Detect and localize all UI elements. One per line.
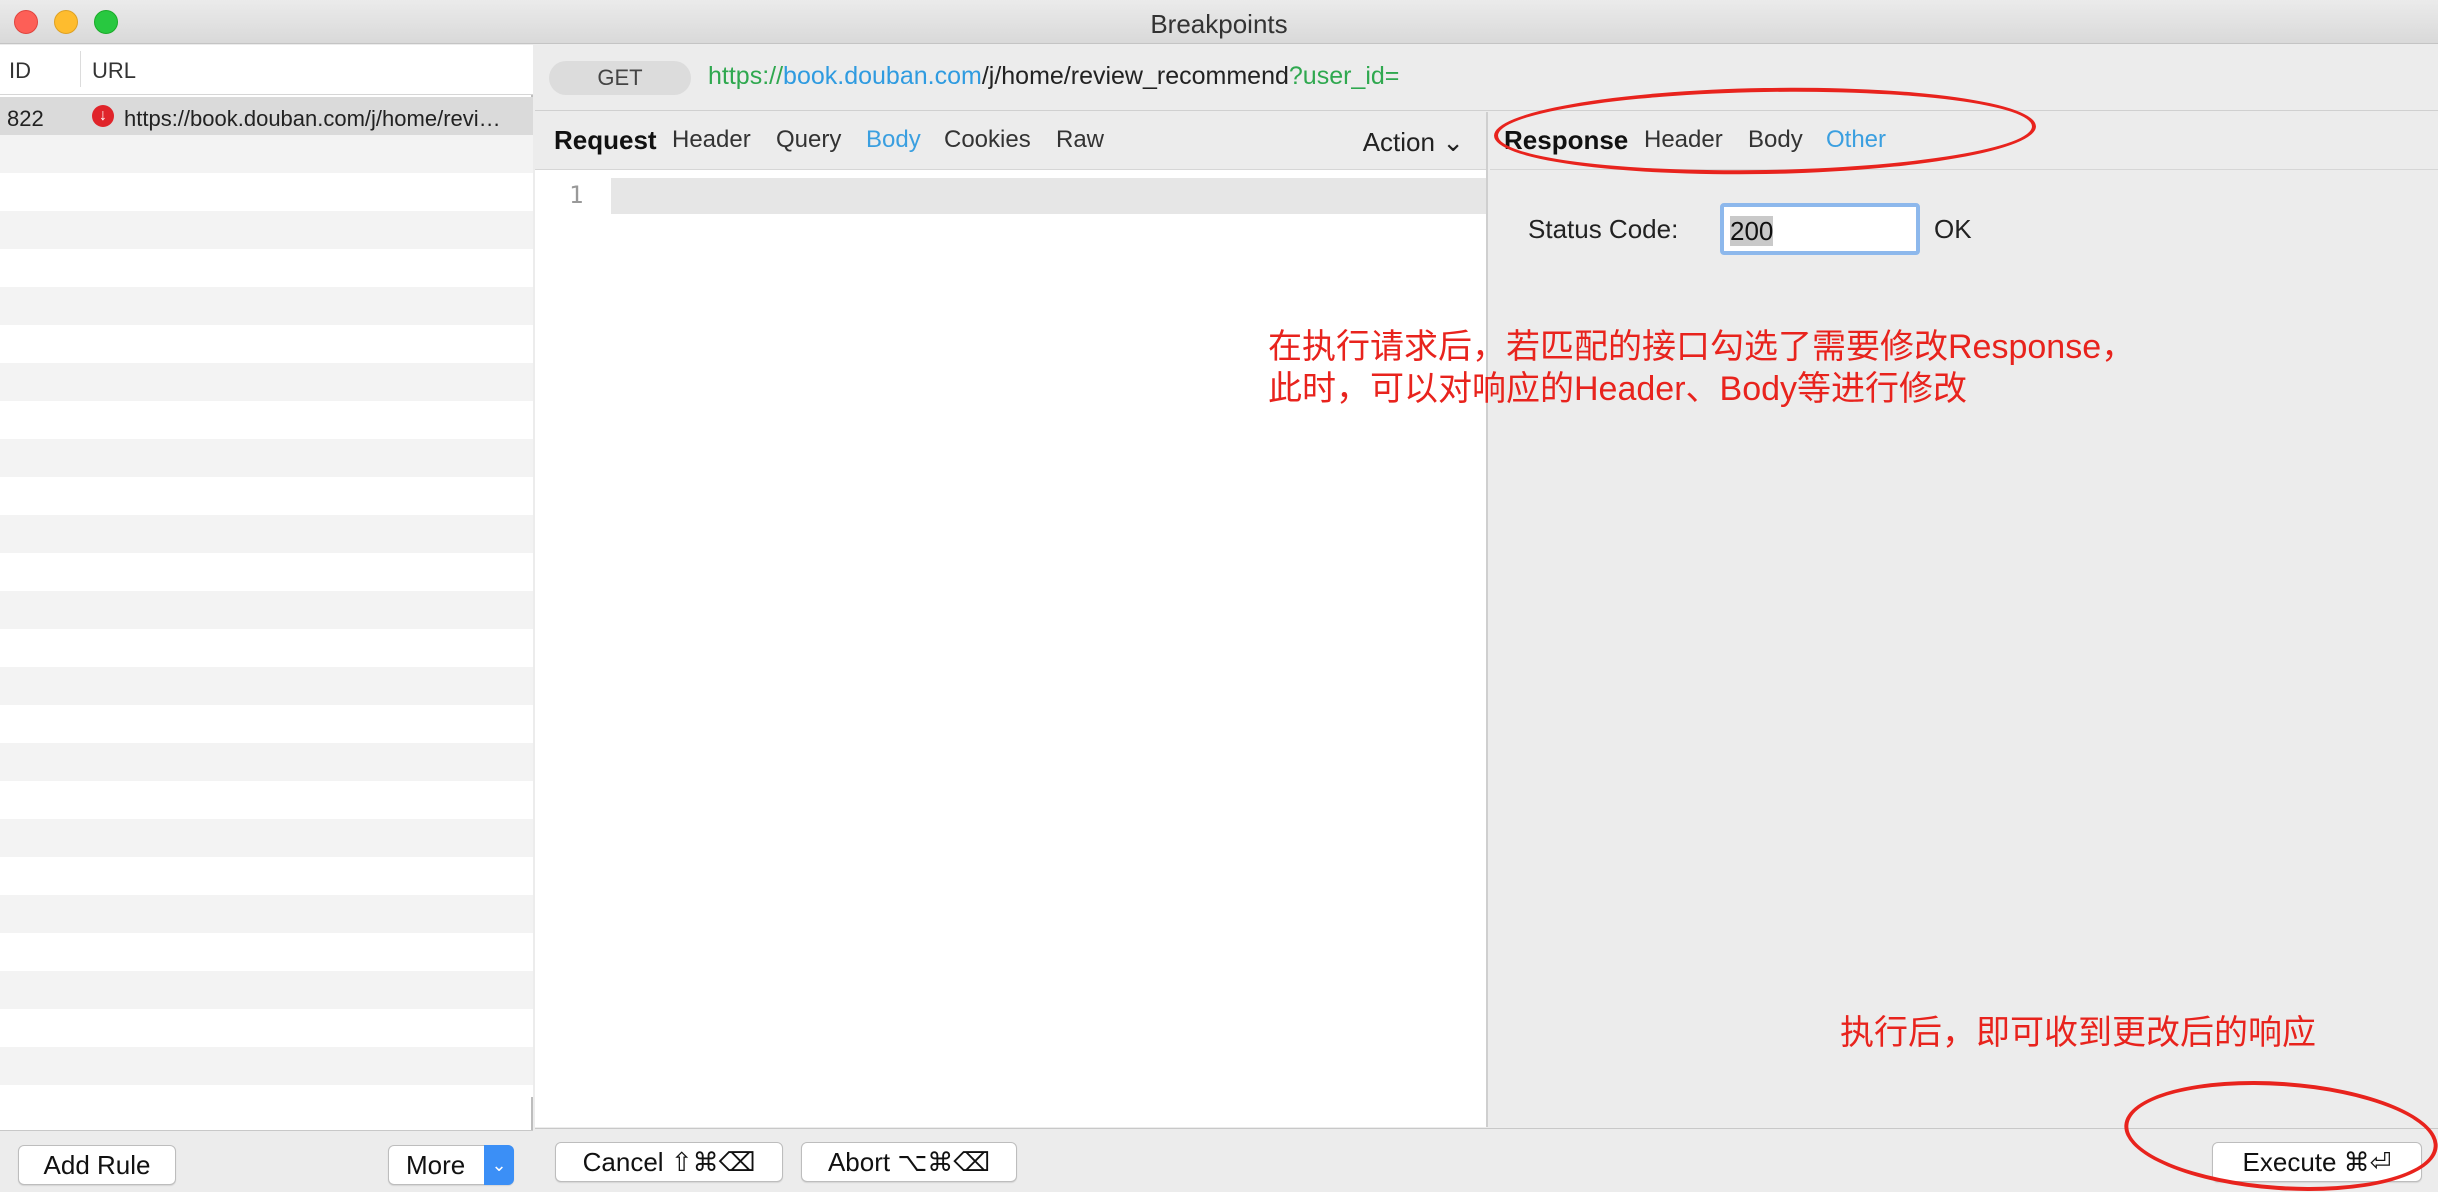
- request-url-bar: GET https://book.douban.com/j/home/revie…: [535, 45, 2438, 111]
- empty-row: [0, 971, 533, 1009]
- empty-row: [0, 477, 533, 515]
- empty-row: [0, 439, 533, 477]
- empty-row: [0, 401, 533, 439]
- action-menu[interactable]: Action ⌄: [1363, 127, 1464, 158]
- column-header-id[interactable]: ID: [9, 58, 31, 84]
- empty-row: [0, 249, 533, 287]
- tab-request-raw[interactable]: Raw: [1056, 126, 1104, 154]
- abort-button[interactable]: Abort ⌥⌘⌫: [801, 1142, 1017, 1182]
- request-url[interactable]: https://book.douban.com/j/home/review_re…: [708, 62, 1399, 91]
- empty-row: [0, 819, 533, 857]
- cancel-button[interactable]: Cancel ⇧⌘⌫: [555, 1142, 783, 1182]
- line-number: 1: [569, 181, 584, 209]
- list-footer: Add Rule More ⌄: [0, 1130, 533, 1192]
- empty-row: [0, 325, 533, 363]
- add-rule-button[interactable]: Add Rule: [18, 1145, 176, 1185]
- status-code-value: 200: [1730, 216, 1774, 246]
- chevron-down-icon[interactable]: ⌄: [484, 1145, 514, 1185]
- empty-row: [0, 781, 533, 819]
- column-header-url[interactable]: URL: [92, 58, 136, 84]
- title-bar: Breakpoints: [0, 0, 2438, 44]
- row-id: 822: [7, 106, 44, 131]
- empty-row: [0, 667, 533, 705]
- empty-row: [0, 1009, 533, 1047]
- empty-row: [0, 933, 533, 971]
- empty-row: [0, 173, 533, 211]
- http-method-badge: GET: [549, 61, 691, 95]
- list-header: ID URL: [0, 45, 533, 95]
- tab-request-cookies[interactable]: Cookies: [944, 126, 1031, 154]
- empty-row: [0, 857, 533, 895]
- empty-row: [0, 591, 533, 629]
- request-tabs: Request Header Query Body Cookies Raw Ac…: [535, 112, 1486, 170]
- status-reason-text: OK: [1934, 214, 1972, 244]
- breakpoint-rows: 822 ↓ https://book.douban.com/j/home/rev…: [0, 97, 533, 1097]
- request-label: Request: [554, 125, 657, 155]
- breakpoints-window: Breakpoints ID URL 822 ↓ https://book.do…: [0, 0, 2438, 1192]
- empty-row: [0, 743, 533, 781]
- current-line-highlight: [611, 178, 1486, 214]
- breakpoint-list-pane: ID URL 822 ↓ https://book.douban.com/j/h…: [0, 45, 533, 1192]
- url-path: /j/home/review_recommend: [981, 62, 1289, 90]
- empty-row: [0, 553, 533, 591]
- annotation-line-2: 此时，可以对响应的Header、Body等进行修改: [1268, 370, 1968, 408]
- url-query: ?user_id=: [1288, 62, 1400, 90]
- column-divider: [80, 51, 81, 87]
- empty-row: [0, 363, 533, 401]
- status-code-label: Status Code:: [1528, 214, 1679, 244]
- annotation-execute: 执行后，即可收到更改后的响应: [1840, 1014, 2316, 1052]
- empty-row: [0, 287, 533, 325]
- empty-row: [0, 895, 533, 933]
- empty-row: [0, 1047, 533, 1085]
- request-panel: Request Header Query Body Cookies Raw Ac…: [535, 112, 1488, 1127]
- annotation-response-edit: 在执行请求后，若匹配的接口勾选了需要修改Response， 此时，可以对响应的H…: [1268, 326, 2135, 410]
- url-host: book.douban.com: [783, 62, 982, 90]
- empty-row: [0, 135, 533, 173]
- empty-row: [0, 1085, 533, 1097]
- window-title: Breakpoints: [1150, 9, 1288, 39]
- more-button[interactable]: More ⌄: [388, 1145, 514, 1185]
- status-code-input[interactable]: 200: [1720, 203, 1920, 255]
- table-row[interactable]: 822 ↓ https://book.douban.com/j/home/rev…: [0, 97, 533, 135]
- empty-row: [0, 211, 533, 249]
- row-url: https://book.douban.com/j/home/revi…: [124, 106, 501, 131]
- empty-row: [0, 705, 533, 743]
- url-scheme: https://: [708, 62, 784, 90]
- tab-request-body[interactable]: Body: [866, 126, 921, 154]
- request-body-editor[interactable]: 1: [535, 171, 1486, 1126]
- response-panel: Response Header Body Other Status Code: …: [1490, 112, 2438, 1127]
- empty-row: [0, 629, 533, 667]
- empty-row: [0, 515, 533, 553]
- more-label: More: [406, 1150, 466, 1180]
- tab-request-header[interactable]: Header: [672, 126, 751, 154]
- annotation-line-1: 在执行请求后，若匹配的接口勾选了需要修改Response，: [1268, 328, 2136, 366]
- tab-request-query[interactable]: Query: [776, 126, 841, 154]
- error-icon: ↓: [92, 105, 114, 127]
